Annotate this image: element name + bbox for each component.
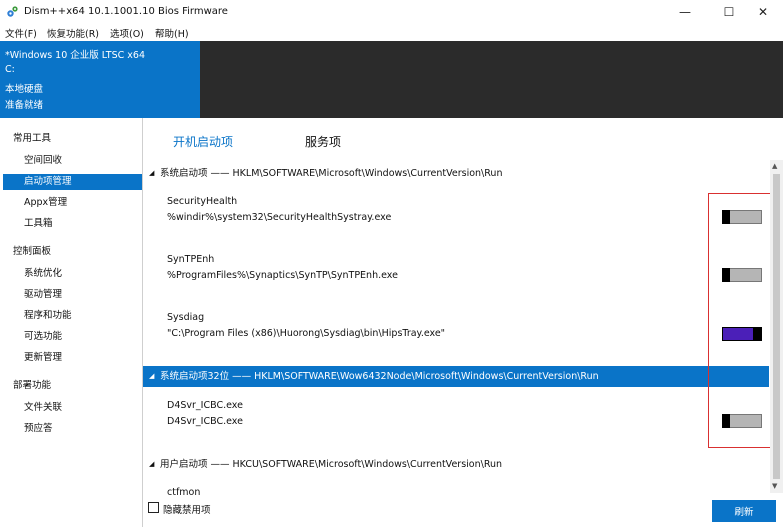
- section-header-wow6432-run[interactable]: ◢ 系统启动项32位 —— HKLM\SOFTWARE\Wow6432Node\…: [143, 366, 769, 387]
- sidebar-item-updates[interactable]: 更新管理: [3, 350, 142, 366]
- entry-path: "C:\Program Files (x86)\Huorong\Sysdiag\…: [167, 328, 446, 339]
- menu-bar: 文件(F) 恢复功能(R) 选项(O) 帮助(H): [0, 24, 783, 41]
- hide-disabled-label: 隐藏禁用项: [163, 505, 211, 516]
- header-band: [200, 41, 783, 118]
- os-name: *Windows 10 企业版 LTSC x64: [5, 50, 145, 61]
- sidebar-item-optional-features[interactable]: 可选功能: [3, 329, 142, 345]
- entry-path: %ProgramFiles%\Synaptics\SynTP\SynTPEnh.…: [167, 270, 398, 281]
- window-title: Dism++x64 10.1.1001.10 Bios Firmware: [24, 6, 228, 17]
- collapse-arrow-icon: ◢: [149, 169, 155, 177]
- sidebar-item-file-assoc[interactable]: 文件关联: [3, 400, 142, 416]
- menu-file[interactable]: 文件(F): [5, 26, 37, 40]
- sidebar-item-appx[interactable]: Appx管理: [3, 195, 142, 211]
- toggle-highlight-box: [708, 193, 774, 448]
- sidebar-item-toolbox[interactable]: 工具箱: [3, 216, 142, 232]
- entry-name: SynTPEnh: [167, 254, 215, 265]
- section-label: 用户启动项 —— HKCU\SOFTWARE\Microsoft\Windows…: [160, 459, 503, 470]
- sidebar-item-drivers[interactable]: 驱动管理: [3, 287, 142, 303]
- sidebar: 常用工具 空间回收 启动项管理 Appx管理 工具箱 控制面板 系统优化 驱动管…: [0, 118, 143, 527]
- title-bar: Dism++x64 10.1.1001.10 Bios Firmware — ☐…: [0, 0, 783, 24]
- entry-name: D4Svr_ICBC.exe: [167, 400, 243, 411]
- entry-path: %windir%\system32\SecurityHealthSystray.…: [167, 212, 392, 223]
- sidebar-group-deployment: 部署功能: [13, 380, 52, 391]
- entry-name: SecurityHealth: [167, 196, 238, 207]
- sidebar-item-system-optimize[interactable]: 系统优化: [3, 266, 142, 282]
- hide-disabled-checkbox[interactable]: [148, 502, 159, 513]
- scroll-thumb[interactable]: [773, 174, 780, 479]
- section-label: 系统启动项 —— HKLM\SOFTWARE\Microsoft\Windows…: [160, 168, 503, 179]
- scrollbar[interactable]: ▲ ▼: [770, 160, 783, 493]
- sidebar-item-answer-file[interactable]: 预应答: [3, 421, 142, 437]
- drive-letter: C:: [5, 64, 15, 75]
- section-label: 系统启动项32位 —— HKLM\SOFTWARE\Wow6432Node\Mi…: [160, 371, 599, 382]
- tab-startup-items[interactable]: 开机启动项: [173, 133, 233, 150]
- sidebar-group-common-tools: 常用工具: [13, 133, 52, 144]
- sidebar-group-control-panel: 控制面板: [13, 246, 52, 257]
- section-header-system-run[interactable]: ◢ 系统启动项 —— HKLM\SOFTWARE\Microsoft\Windo…: [143, 163, 769, 184]
- close-button[interactable]: ✕: [743, 0, 783, 24]
- collapse-arrow-icon: ◢: [149, 460, 155, 468]
- sidebar-item-programs[interactable]: 程序和功能: [3, 308, 142, 324]
- status-text: 准备就绪: [5, 100, 44, 111]
- entry-name: ctfmon: [167, 487, 201, 496]
- sidebar-item-space-cleanup[interactable]: 空间回收: [3, 153, 142, 169]
- collapse-arrow-icon: ◢: [149, 372, 155, 380]
- disk-type: 本地硬盘: [5, 84, 44, 95]
- sidebar-item-startup-manager[interactable]: 启动项管理: [3, 174, 142, 190]
- entry-name: Sysdiag: [167, 312, 205, 323]
- system-info-panel[interactable]: *Windows 10 企业版 LTSC x64 C: 本地硬盘 准备就绪: [0, 41, 200, 118]
- tab-services[interactable]: 服务项: [305, 133, 341, 150]
- menu-options[interactable]: 选项(O): [110, 26, 144, 40]
- menu-restore[interactable]: 恢复功能(R): [47, 26, 99, 40]
- minimize-button[interactable]: —: [665, 0, 705, 24]
- section-header-user-run[interactable]: ◢ 用户启动项 —— HKCU\SOFTWARE\Microsoft\Windo…: [143, 454, 769, 475]
- gears-icon: [7, 6, 18, 17]
- scroll-down-icon[interactable]: ▼: [772, 482, 777, 490]
- menu-help[interactable]: 帮助(H): [155, 26, 189, 40]
- refresh-button[interactable]: 刷新: [712, 500, 776, 522]
- scroll-up-icon[interactable]: ▲: [772, 162, 777, 170]
- entry-path: D4Svr_ICBC.exe: [167, 416, 243, 427]
